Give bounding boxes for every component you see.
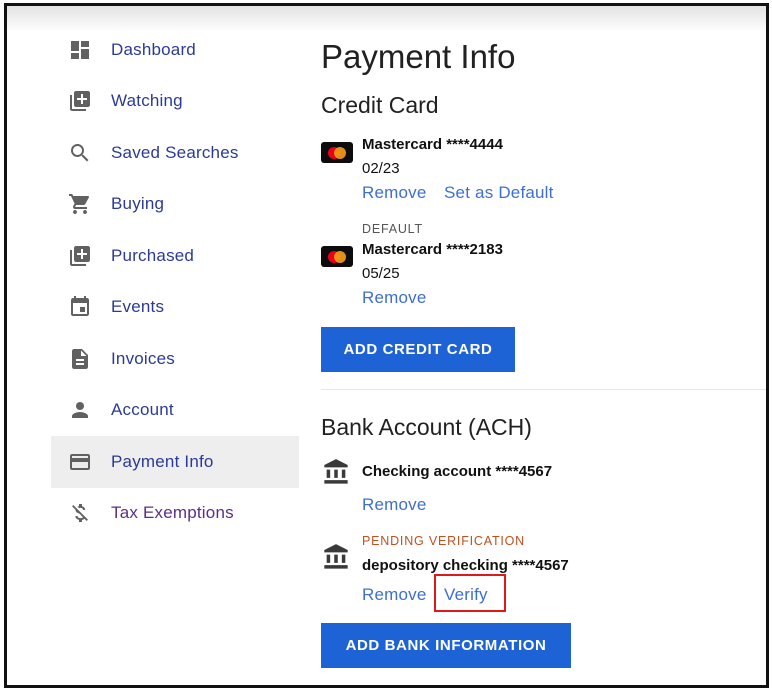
remove-bank-link[interactable]: Remove: [362, 495, 427, 515]
set-default-link[interactable]: Set as Default: [444, 183, 554, 203]
remove-card-link[interactable]: Remove: [362, 183, 427, 203]
sidebar-item-events[interactable]: Events: [51, 282, 299, 334]
sidebar-item-buying[interactable]: Buying: [51, 179, 299, 231]
calendar-icon: [68, 295, 92, 319]
bank-account-name: depository checking ****4567: [362, 557, 569, 574]
library-add-icon: [68, 89, 92, 113]
sidebar-item-tax-exemptions[interactable]: Tax Exemptions: [51, 488, 299, 540]
sidebar-item-label: Events: [111, 297, 165, 317]
remove-card-link[interactable]: Remove: [362, 288, 427, 308]
card-name: Mastercard ****2183: [362, 241, 503, 258]
sidebar-item-payment-info[interactable]: Payment Info: [51, 436, 299, 488]
mastercard-icon: [321, 142, 353, 163]
sidebar-item-label: Invoices: [111, 348, 175, 368]
dashboard-icon: [68, 38, 92, 62]
sidebar-item-label: Buying: [111, 194, 165, 214]
card-name: Mastercard ****4444: [362, 136, 503, 153]
remove-bank-link[interactable]: Remove: [362, 585, 427, 605]
sidebar-item-label: Payment Info: [111, 451, 214, 471]
person-icon: [68, 398, 92, 422]
bank-account-heading: Bank Account (ACH): [321, 414, 532, 440]
sidebar-item-label: Purchased: [111, 245, 195, 265]
sidebar-item-label: Account: [111, 400, 174, 420]
main-content: Payment Info Credit Card Mastercard ****…: [318, 6, 766, 685]
sidebar-item-account[interactable]: Account: [51, 385, 299, 437]
default-badge: DEFAULT: [362, 222, 423, 236]
money-off-icon: [68, 501, 92, 525]
mastercard-icon: [321, 246, 353, 267]
sidebar-item-dashboard[interactable]: Dashboard: [51, 24, 299, 76]
section-divider: [321, 389, 766, 390]
sidebar-item-label: Tax Exemptions: [111, 503, 234, 523]
credit-card-heading: Credit Card: [321, 92, 439, 118]
verify-link[interactable]: Verify: [444, 585, 488, 605]
bank-icon: [322, 458, 350, 486]
cart-icon: [68, 192, 92, 216]
sidebar-item-watching[interactable]: Watching: [51, 76, 299, 128]
page-title: Payment Info: [321, 38, 516, 75]
sidebar-item-invoices[interactable]: Invoices: [51, 333, 299, 385]
credit-card-icon: [68, 450, 92, 474]
document-icon: [68, 347, 92, 371]
app-window: Dashboard Watching Saved Searches Buying…: [4, 3, 769, 688]
sidebar-item-purchased[interactable]: Purchased: [51, 230, 299, 282]
sidebar-item-label: Saved Searches: [111, 142, 239, 162]
card-expiry: 02/23: [362, 160, 400, 177]
library-add-icon: [68, 244, 92, 268]
sidebar-item-saved-searches[interactable]: Saved Searches: [51, 127, 299, 179]
pending-verification-badge: PENDING VERIFICATION: [362, 534, 526, 548]
sidebar-nav: Dashboard Watching Saved Searches Buying…: [51, 24, 299, 539]
bank-account-name: Checking account ****4567: [362, 463, 553, 480]
sidebar-item-label: Watching: [111, 91, 183, 111]
bank-icon: [322, 543, 350, 571]
sidebar-item-label: Dashboard: [111, 39, 196, 59]
add-bank-information-button[interactable]: ADD BANK INFORMATION: [321, 623, 571, 668]
add-credit-card-button[interactable]: ADD CREDIT CARD: [321, 327, 515, 372]
card-expiry: 05/25: [362, 265, 400, 282]
search-icon: [68, 141, 92, 165]
